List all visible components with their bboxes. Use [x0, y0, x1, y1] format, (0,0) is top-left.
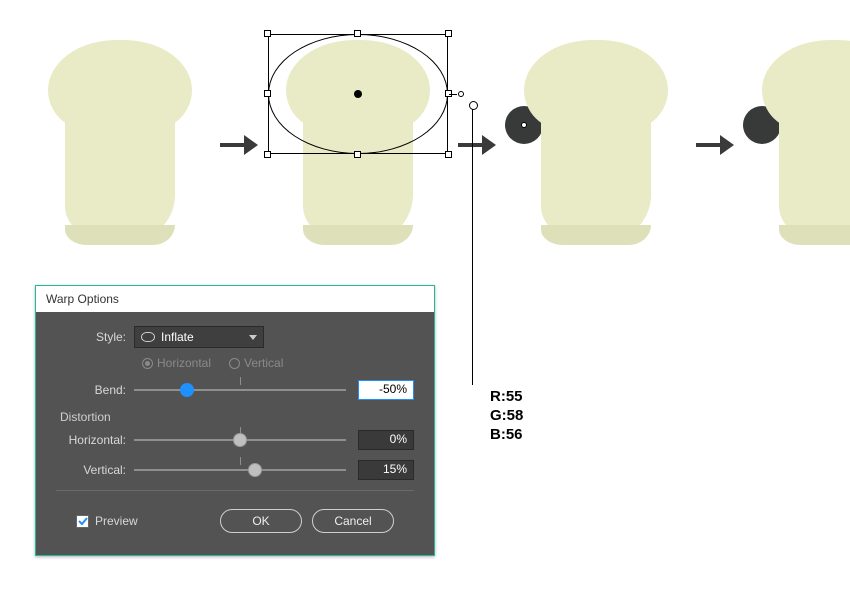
dialog-titlebar[interactable]: Warp Options: [36, 286, 434, 312]
orientation-horizontal-radio[interactable]: Horizontal: [142, 356, 211, 370]
cancel-button[interactable]: Cancel: [312, 509, 394, 533]
selection-bounding-box[interactable]: [268, 34, 448, 154]
stage-1: [30, 40, 210, 250]
orientation-vertical-radio[interactable]: Vertical: [229, 356, 283, 370]
rgb-annotation: R:55 G:58 B:56: [490, 388, 523, 444]
resize-handle[interactable]: [354, 151, 361, 158]
illustration-row: [30, 40, 850, 250]
panda-head: [48, 40, 192, 130]
resize-handle[interactable]: [264, 30, 271, 37]
side-control-handle[interactable]: [458, 91, 464, 97]
center-point[interactable]: [354, 90, 362, 98]
stage-2: [268, 40, 448, 250]
distortion-horizontal-slider[interactable]: [134, 430, 346, 450]
divider: [56, 490, 414, 491]
inflate-icon: [141, 332, 155, 342]
preview-checkbox[interactable]: [76, 515, 89, 528]
rgb-b: B:56: [490, 426, 523, 445]
orientation-radio-group: Horizontal Vertical: [142, 356, 414, 370]
resize-handle[interactable]: [264, 151, 271, 158]
resize-handle[interactable]: [445, 30, 452, 37]
panda-body: [762, 40, 850, 245]
check-icon: [78, 516, 88, 526]
distortion-horizontal-label: Horizontal:: [56, 433, 134, 447]
panda-head: [524, 40, 668, 130]
arrow-icon: [696, 138, 734, 152]
panda-head: [762, 40, 850, 130]
ok-button[interactable]: OK: [220, 509, 302, 533]
stage-4: [744, 40, 850, 250]
distortion-heading: Distortion: [60, 410, 414, 424]
chevron-down-icon: [249, 335, 257, 340]
style-label: Style:: [56, 330, 134, 344]
distortion-vertical-value[interactable]: 15%: [358, 460, 414, 480]
panda-body: [524, 40, 668, 245]
distortion-vertical-label: Vertical:: [56, 463, 134, 477]
panda-body: [48, 40, 192, 245]
resize-handle[interactable]: [445, 151, 452, 158]
rgb-g: G:58: [490, 407, 523, 426]
arrow-icon: [458, 138, 496, 152]
arrow-icon: [220, 138, 258, 152]
style-select[interactable]: Inflate: [134, 326, 264, 348]
bend-value-input[interactable]: -50%: [358, 380, 414, 400]
rgb-r: R:55: [490, 388, 523, 407]
preview-label: Preview: [95, 514, 138, 528]
bend-slider[interactable]: [134, 380, 346, 400]
dialog-title: Warp Options: [46, 292, 119, 306]
warp-options-dialog: Warp Options Style: Inflate Horizontal V…: [35, 285, 435, 556]
stage-3: [506, 40, 686, 250]
resize-handle[interactable]: [354, 30, 361, 37]
bend-label: Bend:: [56, 383, 134, 397]
distortion-horizontal-value[interactable]: 0%: [358, 430, 414, 450]
style-value: Inflate: [161, 330, 194, 344]
annotation-leader-line: [472, 105, 473, 385]
resize-handle[interactable]: [264, 90, 271, 97]
distortion-vertical-slider[interactable]: [134, 460, 346, 480]
